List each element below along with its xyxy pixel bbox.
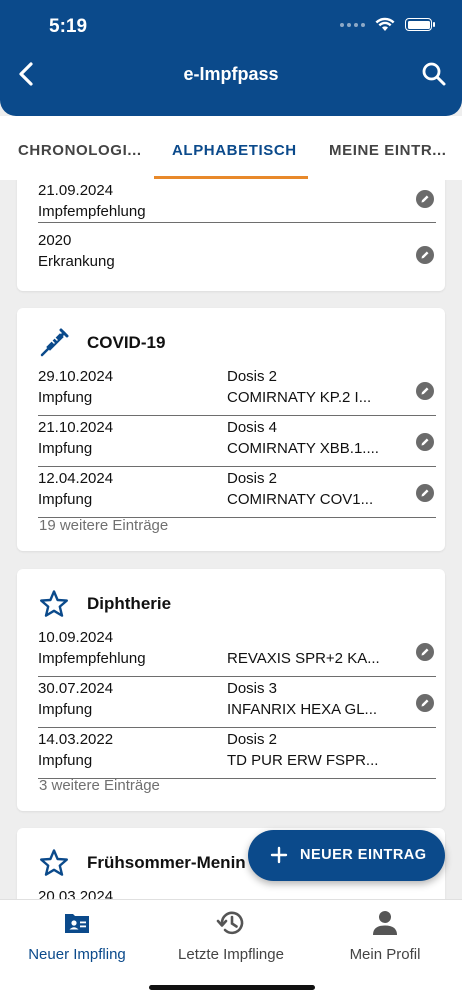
entry-date: 12.04.2024 bbox=[38, 470, 114, 487]
pencil-icon[interactable] bbox=[416, 694, 434, 712]
nav-label: Neuer Impfling bbox=[28, 946, 126, 963]
entry-dose: Dosis 2 bbox=[227, 470, 278, 487]
pencil-icon[interactable] bbox=[416, 246, 434, 264]
more-entries-link[interactable]: 3 weitere Einträge bbox=[39, 777, 160, 794]
entry-type: Erkrankung bbox=[38, 253, 115, 270]
entry-date: 30.07.2024 bbox=[38, 680, 114, 697]
list-item[interactable]: 21.10.2024 Impfung Dosis 4 COMIRNATY XBB.1… bbox=[38, 417, 436, 467]
search-icon bbox=[422, 62, 446, 86]
entry-type: Impfung bbox=[38, 752, 93, 769]
tab-alphabetisch[interactable]: ALPHABETISCH bbox=[172, 142, 297, 159]
vaccination-list[interactable]: 21.09.2024 Impfempfehlung 2020 Erkrankung … bbox=[0, 180, 462, 899]
entry-product: COMIRNATY KP.2 I... bbox=[227, 389, 372, 406]
status-icons bbox=[340, 17, 435, 32]
list-item[interactable]: 21.09.2024 Impfempfehlung bbox=[38, 180, 436, 223]
entry-dose: Dosis 2 bbox=[227, 731, 278, 748]
entry-date: 20.03.2024 bbox=[38, 888, 114, 899]
entry-type: Impfempfehlung bbox=[38, 650, 146, 667]
list-item[interactable]: 10.09.2024 Impfempfehlung REVAXIS SPR+2 K… bbox=[38, 627, 436, 677]
star-outline-icon bbox=[40, 849, 68, 876]
search-button[interactable] bbox=[418, 58, 450, 90]
entry-dose: Dosis 2 bbox=[227, 368, 278, 385]
entry-date: 21.10.2024 bbox=[38, 419, 114, 436]
list-item[interactable]: 20.03.2024 bbox=[38, 886, 436, 899]
pencil-icon[interactable] bbox=[416, 484, 434, 502]
id-card-icon bbox=[65, 914, 89, 933]
entry-date: 14.03.2022 bbox=[38, 731, 114, 748]
list-item[interactable]: 30.07.2024 Impfung Dosis 3 INFANRIX HEXA G… bbox=[38, 678, 436, 728]
card-title: Frühsommer-Menin bbox=[87, 853, 246, 872]
tab-meine-eintraege[interactable]: MEINE EINTR... bbox=[329, 142, 447, 159]
list-item[interactable]: 29.10.2024 Impfung Dosis 2 COMIRNATY KP.2 … bbox=[38, 366, 436, 416]
nav-letzte-impflinge[interactable]: Letzte Impflinge bbox=[154, 900, 308, 980]
plus-icon bbox=[270, 846, 288, 864]
pencil-icon[interactable] bbox=[416, 643, 434, 661]
nav-label: Letzte Impflinge bbox=[178, 946, 284, 963]
battery-icon bbox=[405, 18, 435, 31]
vaccine-card-covid-19: COVID-19 29.10.2024 Impfung Dosis 2 COMIRN… bbox=[17, 308, 445, 551]
app-header: 5:19 e-Impfpass bbox=[0, 0, 462, 116]
pencil-icon[interactable] bbox=[416, 382, 434, 400]
status-bar: 5:19 bbox=[0, 0, 462, 52]
vaccine-card: 21.09.2024 Impfempfehlung 2020 Erkrankung bbox=[17, 180, 445, 291]
entry-type: Impfung bbox=[38, 389, 93, 406]
page-title: e-Impfpass bbox=[183, 64, 279, 84]
home-indicator bbox=[149, 985, 315, 990]
new-entry-label: NEUER EINTRAG bbox=[300, 847, 427, 863]
entry-product: REVAXIS SPR+2 KA... bbox=[227, 650, 380, 667]
entry-product: COMIRNATY COV1... bbox=[227, 491, 374, 508]
nav-mein-profil[interactable]: Mein Profil bbox=[308, 900, 462, 980]
entry-product: COMIRNATY XBB.1.... bbox=[227, 440, 379, 457]
vaccine-card-diphtherie: Diphtherie 10.09.2024 Impfempfehlung REVA… bbox=[17, 569, 445, 811]
active-tab-indicator bbox=[154, 176, 308, 179]
list-item[interactable]: 12.04.2024 Impfung Dosis 2 COMIRNATY COV1.… bbox=[38, 468, 436, 518]
list-item[interactable]: 2020 Erkrankung bbox=[38, 230, 436, 280]
card-title: COVID-19 bbox=[87, 333, 166, 352]
wifi-icon bbox=[375, 17, 395, 31]
entry-type: Impfung bbox=[38, 491, 93, 508]
entry-date: 29.10.2024 bbox=[38, 368, 114, 385]
entry-type: Impfung bbox=[38, 701, 93, 718]
tab-bar: CHRONOLOGI... ALPHABETISCH MEINE EINTR..… bbox=[0, 116, 462, 180]
entry-dose: Dosis 4 bbox=[227, 419, 278, 436]
new-entry-button[interactable]: NEUER EINTRAG bbox=[248, 830, 445, 881]
entry-date: 2020 bbox=[38, 232, 72, 249]
nav-neuer-impfling[interactable]: Neuer Impfling bbox=[0, 900, 154, 980]
entry-type: Impfempfehlung bbox=[38, 203, 146, 220]
entry-type: Impfung bbox=[38, 440, 93, 457]
syringe-icon bbox=[40, 328, 69, 357]
entry-date: 21.09.2024 bbox=[38, 182, 114, 199]
pencil-icon[interactable] bbox=[416, 433, 434, 451]
tab-chronologisch[interactable]: CHRONOLOGI... bbox=[18, 142, 142, 159]
entry-product: INFANRIX HEXA GL... bbox=[227, 701, 378, 718]
entry-date: 10.09.2024 bbox=[38, 629, 114, 646]
status-time: 5:19 bbox=[49, 16, 88, 37]
history-icon bbox=[216, 911, 244, 935]
pencil-icon[interactable] bbox=[416, 190, 434, 208]
card-title: Diphtherie bbox=[87, 594, 172, 613]
list-item[interactable]: 14.03.2022 Impfung Dosis 2 TD PUR ERW FSPR… bbox=[38, 729, 436, 779]
cellular-signal-icon bbox=[340, 22, 365, 27]
more-entries-link[interactable]: 19 weitere Einträge bbox=[39, 517, 168, 534]
nav-label: Mein Profil bbox=[349, 946, 421, 963]
star-outline-icon bbox=[40, 590, 68, 617]
person-icon bbox=[373, 911, 397, 935]
entry-dose: Dosis 3 bbox=[227, 680, 278, 697]
entry-dose bbox=[227, 627, 380, 648]
entry-product: TD PUR ERW FSPR... bbox=[227, 752, 379, 769]
